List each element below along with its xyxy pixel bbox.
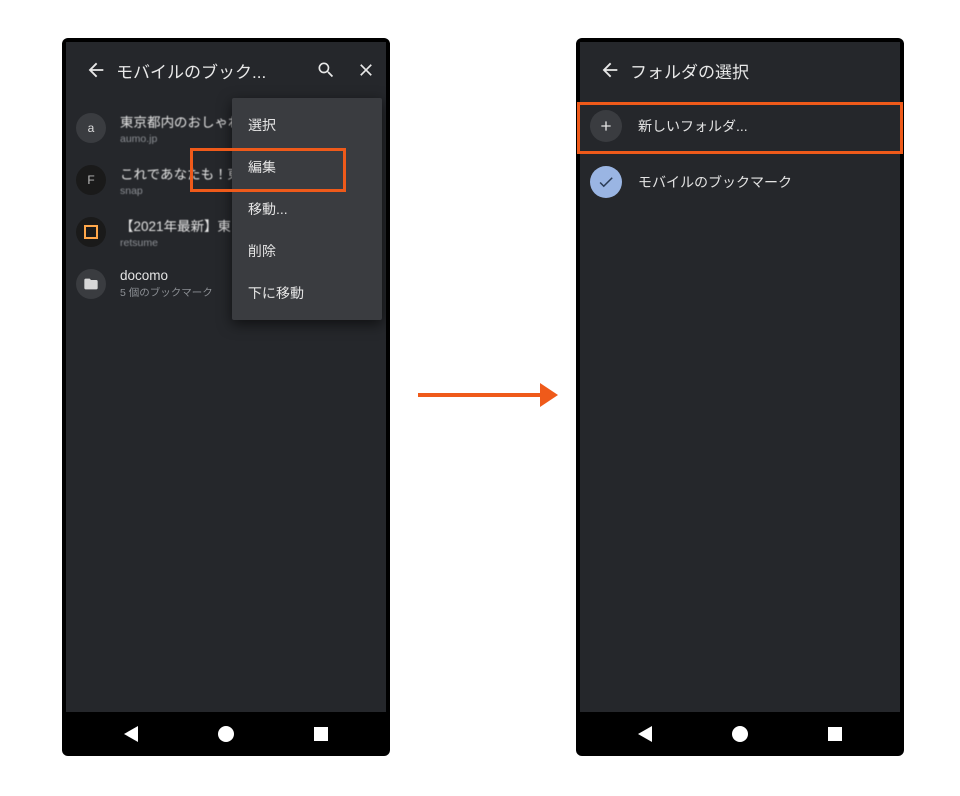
menu-select[interactable]: 選択: [232, 104, 382, 146]
phone-left: モバイルのブック... a 東京都内のおしゃれ・・・ aumo.jp: [62, 38, 390, 756]
new-folder-row[interactable]: 新しいフォルダ...: [580, 98, 900, 154]
context-menu: 選択 編集 移動... 削除 下に移動: [232, 98, 382, 320]
system-nav-bar: [576, 712, 904, 756]
plus-icon: [590, 110, 622, 142]
appbar-bookmarks: モバイルのブック...: [66, 42, 386, 98]
favicon-icon: F: [76, 165, 106, 195]
folder-icon: [76, 269, 106, 299]
page-title: フォルダの選択: [630, 58, 900, 83]
system-nav-bar: [62, 712, 390, 756]
transition-arrow-icon: [418, 380, 558, 410]
phone-right: フォルダの選択 新しいフォルダ... モバイルのブックマーク: [576, 38, 904, 756]
menu-edit[interactable]: 編集: [232, 146, 382, 188]
page-title: モバイルのブック...: [116, 58, 306, 83]
close-icon[interactable]: [346, 50, 386, 90]
back-button[interactable]: [76, 50, 116, 90]
nav-recent-icon[interactable]: [828, 727, 842, 741]
nav-back-icon[interactable]: [638, 726, 652, 742]
nav-back-icon[interactable]: [124, 726, 138, 742]
favicon-icon: [76, 217, 106, 247]
favicon-icon: a: [76, 113, 106, 143]
back-button[interactable]: [590, 50, 630, 90]
nav-home-icon[interactable]: [732, 726, 748, 742]
menu-move[interactable]: 移動...: [232, 188, 382, 230]
nav-home-icon[interactable]: [218, 726, 234, 742]
appbar-folder-select: フォルダの選択: [580, 42, 900, 98]
mobile-bookmarks-row[interactable]: モバイルのブックマーク: [580, 154, 900, 210]
search-icon[interactable]: [306, 50, 346, 90]
menu-delete[interactable]: 削除: [232, 230, 382, 272]
check-icon: [590, 166, 622, 198]
menu-move-down[interactable]: 下に移動: [232, 272, 382, 314]
nav-recent-icon[interactable]: [314, 727, 328, 741]
